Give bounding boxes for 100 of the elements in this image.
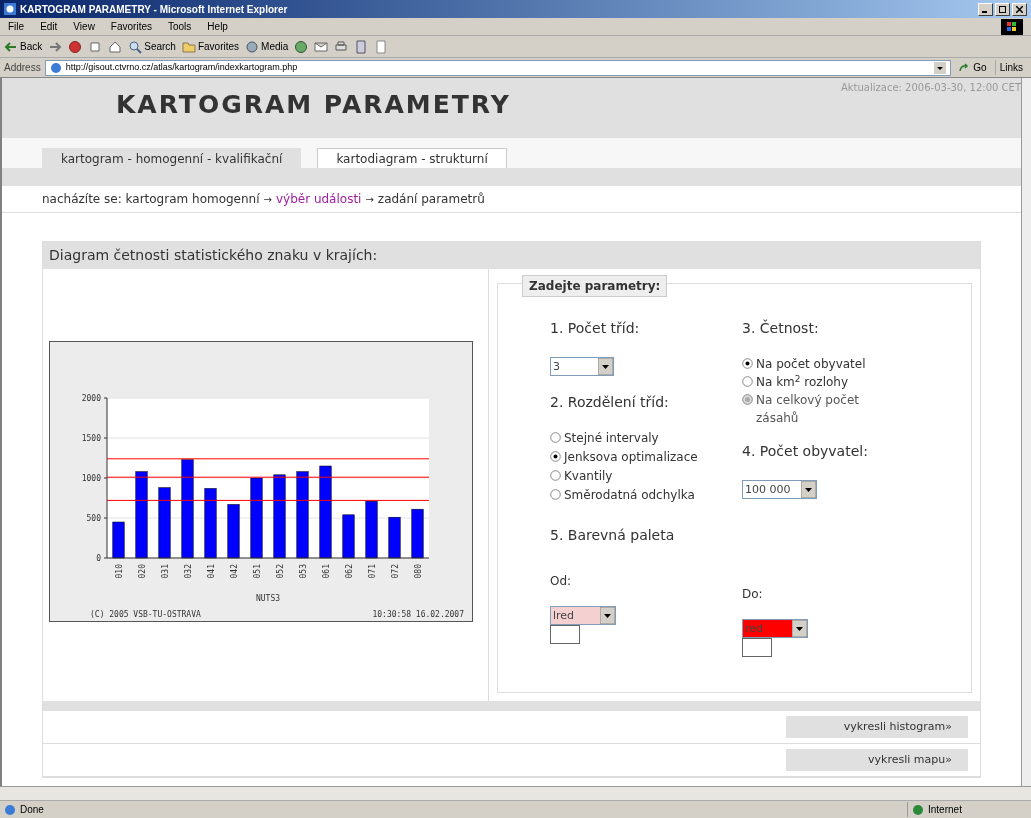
axis-title: NUTS3: [255, 594, 281, 603]
radio-button[interactable]: [742, 358, 753, 369]
field-label: Od:: [550, 573, 573, 590]
menu-item[interactable]: Favorites: [110, 19, 152, 34]
arrow-left-icon: [4, 39, 18, 54]
document-icon: [354, 39, 369, 54]
toolbar-button[interactable]: [68, 39, 83, 54]
axis-tick-label: 051: [252, 564, 262, 579]
section-label: 5. Barevná paleta: [550, 526, 676, 545]
dropdown-arrow-icon: [801, 481, 816, 498]
browser-icon: [4, 3, 16, 15]
search-icon: [128, 39, 143, 54]
axis-tick-label: 042: [229, 564, 239, 579]
toolbar-button[interactable]: Search: [128, 39, 176, 54]
bar: [112, 521, 125, 559]
axis-tick-label: 500: [86, 514, 101, 523]
globe-icon: [912, 803, 924, 816]
vertical-scrollbar[interactable]: [1021, 78, 1031, 786]
toolbar-button[interactable]: Favorites: [181, 39, 240, 54]
radio-label: Kvantily: [564, 468, 613, 485]
action-button[interactable]: vykresli mapu»: [786, 749, 968, 771]
axis-tick-label: 1000: [81, 474, 101, 483]
bar: [411, 508, 424, 559]
section-label: 3. Četnost:: [742, 318, 820, 338]
menu-item[interactable]: File: [8, 19, 25, 34]
breadcrumb-text: zadání parametrů: [377, 191, 485, 208]
section-label: 1. Počet tříd:: [550, 319, 641, 338]
bar: [342, 514, 355, 559]
toolbar-button[interactable]: [108, 39, 123, 54]
bar: [365, 500, 378, 559]
menu-item[interactable]: Help: [207, 19, 228, 34]
page-title: KARTOGRAM PARAMETRY: [116, 89, 512, 121]
tab[interactable]: kartodiagram - strukturní: [317, 148, 507, 168]
axis-tick-label: 080: [413, 564, 423, 579]
bar: [388, 516, 401, 559]
menu-item[interactable]: Tools: [168, 19, 192, 34]
radio-button[interactable]: [550, 470, 561, 481]
axis-tick-label: 062: [344, 564, 354, 579]
radio-button[interactable]: [550, 451, 561, 462]
minimize-button[interactable]: [978, 2, 993, 16]
axis-tick-label: 020: [137, 564, 147, 579]
stop-icon: [68, 39, 83, 54]
page-icon: [49, 61, 62, 74]
dropdown[interactable]: 100 000: [742, 480, 817, 499]
media-icon: [245, 39, 260, 54]
breadcrumb-text: nacházíte se: kartogram homogenní: [42, 191, 260, 208]
color-preview: [550, 625, 580, 644]
toolbar-button[interactable]: [88, 39, 103, 54]
panel-header: Diagram četnosti statistického znaku v krajích:: [43, 242, 980, 269]
home-icon: [108, 39, 123, 54]
close-button[interactable]: [1012, 2, 1027, 16]
radio-button[interactable]: [550, 432, 561, 443]
update-timestamp: Aktualizace: 2006-03-30, 12:00 CET: [840, 81, 1021, 95]
menu-item[interactable]: Edit: [40, 19, 58, 34]
bar: [204, 488, 217, 559]
action-button[interactable]: vykresli histogram»: [786, 716, 968, 738]
arrow-right-icon: [48, 39, 63, 54]
breadcrumb-separator: →: [263, 192, 272, 207]
section-label: 2. Rozdělení tříd:: [550, 393, 670, 412]
dropdown-arrow-icon: [598, 358, 613, 375]
fieldset-legend: Zadejte parametry:: [522, 275, 668, 297]
horizontal-scrollbar[interactable]: [0, 786, 1031, 800]
radio-label: Na celkový počet zásahů: [756, 392, 860, 427]
timestamp: 10:30:58 16.02.2007: [372, 610, 464, 619]
radio-button[interactable]: [742, 376, 753, 387]
close-icon: [1016, 5, 1023, 13]
radio-label: Na km$^{2}$ rozlohy: [756, 373, 849, 391]
address-field[interactable]: http://gisout.ctvrno.cz/atlas/kartogram/indexkartogram.php: [44, 59, 952, 76]
folder-icon: [181, 39, 196, 54]
radio-label: Jenksova optimalizace: [564, 449, 698, 466]
envelope-icon: [314, 39, 329, 54]
menu-item[interactable]: View: [73, 19, 95, 34]
breadcrumb-link[interactable]: výběr události: [275, 190, 362, 208]
axis-tick-label: 071: [367, 564, 377, 579]
axis-tick-label: 010: [114, 564, 124, 579]
dropdown-arrow-icon: [792, 620, 807, 637]
axis-tick-label: 061: [321, 564, 331, 579]
maximize-button[interactable]: [995, 2, 1010, 16]
toolbar-button[interactable]: Media: [245, 39, 289, 54]
copyright-text: (C) 2005 VSB-TU-OSTRAVA: [90, 610, 201, 619]
refresh-icon: [88, 39, 103, 54]
toolbar-button[interactable]: [48, 39, 63, 54]
radio-label: Na počet obyvatel: [756, 356, 866, 373]
dropdown[interactable]: 3: [550, 357, 614, 376]
dropdown-arrow-icon: [600, 607, 615, 624]
section-label: 4. Počet obyvatel:: [742, 442, 869, 461]
toolbar-button[interactable]: Back: [4, 39, 43, 54]
toolbar-button[interactable]: [334, 39, 349, 54]
maximize-icon: [999, 5, 1006, 13]
bar: [158, 487, 171, 559]
dropdown[interactable]: lred: [550, 606, 616, 625]
links-button[interactable]: Links: [994, 60, 1027, 75]
toolbar-button[interactable]: [314, 39, 329, 54]
radio-label: Směrodatná odchylka: [564, 487, 695, 504]
go-button[interactable]: Go: [955, 60, 991, 75]
tab[interactable]: kartogram - homogenní - kvalifikační: [42, 148, 302, 168]
radio-button[interactable]: [550, 489, 561, 500]
axis-tick-label: 031: [160, 564, 170, 579]
zone-text: Internet: [928, 803, 962, 817]
address-label: Address: [4, 61, 41, 75]
